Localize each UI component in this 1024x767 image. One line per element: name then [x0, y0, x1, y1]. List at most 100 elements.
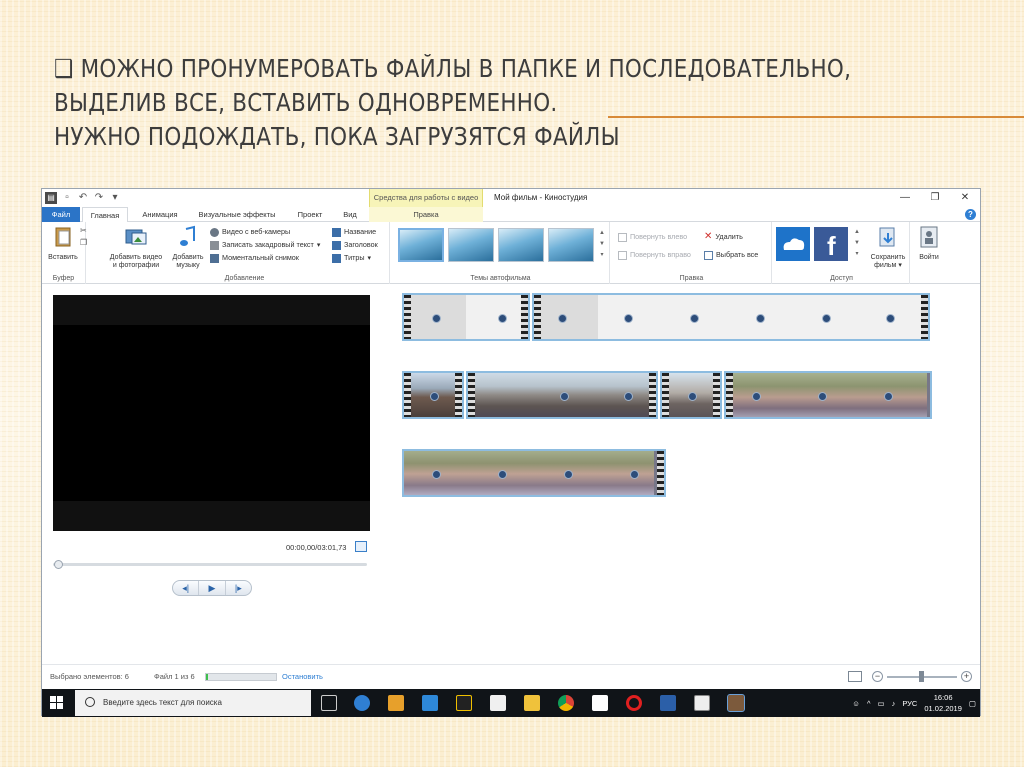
- seek-thumb[interactable]: [54, 560, 63, 569]
- record-narration-button[interactable]: Записать закадровый текст ▾: [210, 239, 320, 251]
- copy-icon[interactable]: ❐: [80, 238, 87, 247]
- facebook-icon[interactable]: f: [814, 227, 848, 261]
- paste-label: Вставить: [48, 254, 78, 261]
- import-progress-bar: [205, 673, 277, 681]
- save-icon[interactable]: ▫: [61, 192, 73, 204]
- svg-text:f: f: [827, 231, 836, 261]
- tab-project[interactable]: Проект: [286, 207, 334, 222]
- zoom-out-icon[interactable]: −: [872, 671, 883, 682]
- stop-link[interactable]: Остановить: [282, 665, 323, 689]
- zoom-slider[interactable]: [887, 670, 957, 682]
- scroll-down-icon[interactable]: ▼: [598, 239, 606, 250]
- star-app-icon[interactable]: [456, 695, 472, 711]
- volume-icon[interactable]: ♪: [892, 699, 896, 708]
- caption-label: Заголовок: [344, 240, 378, 249]
- chrome-icon[interactable]: [558, 695, 574, 711]
- taskbar-clock[interactable]: 16:06 01.02.2019: [924, 692, 962, 714]
- theme-thumbnail[interactable]: [398, 228, 444, 262]
- loading-clock-icon: [884, 392, 893, 401]
- tab-file[interactable]: Файл: [42, 207, 80, 222]
- aspect-ratio-icon[interactable]: [848, 671, 862, 682]
- task-view-icon[interactable]: [321, 695, 337, 711]
- signin-icon: [920, 226, 938, 248]
- fullscreen-icon[interactable]: [355, 541, 367, 552]
- tab-home[interactable]: Главная: [82, 207, 128, 223]
- video-preview[interactable]: [53, 295, 370, 531]
- file-explorer-icon[interactable]: [524, 695, 540, 711]
- credits-icon: [332, 253, 341, 263]
- webcam-button[interactable]: Видео с веб-камеры: [210, 226, 290, 238]
- add-music-label-1: Добавить: [172, 254, 204, 261]
- rotate-right-button[interactable]: Повернуть вправо: [618, 249, 691, 261]
- tab-view[interactable]: Вид: [334, 207, 366, 222]
- media-player-icon[interactable]: [388, 695, 404, 711]
- progress-fill: [206, 674, 209, 680]
- restore-button[interactable]: ❐: [920, 189, 950, 207]
- caption-button[interactable]: Заголовок: [332, 239, 378, 251]
- help-icon[interactable]: ?: [965, 209, 976, 220]
- mail-icon[interactable]: [592, 695, 608, 711]
- tab-edit[interactable]: Правка: [369, 207, 483, 222]
- paste-button[interactable]: Вставить: [46, 225, 80, 262]
- share-scroller[interactable]: ▲ ▼ ▾: [852, 227, 862, 261]
- delete-button[interactable]: ✕ Удалить: [704, 231, 743, 243]
- theme-thumbnail[interactable]: [448, 228, 494, 262]
- tab-animation[interactable]: Анимация: [132, 207, 188, 222]
- select-all-button[interactable]: Выбрать все: [704, 249, 758, 261]
- word-icon[interactable]: [660, 695, 676, 711]
- network-icon[interactable]: ▭: [877, 699, 884, 708]
- theme-thumbnail[interactable]: [498, 228, 544, 262]
- storyboard-clip[interactable]: [660, 371, 722, 419]
- undo-icon[interactable]: ↶: [77, 192, 89, 204]
- redo-icon[interactable]: ↷: [93, 192, 105, 204]
- store-icon[interactable]: [490, 695, 506, 711]
- windows-taskbar: Введите здесь текст для поиска ☺ ^ ▭ ♪ Р…: [42, 689, 980, 717]
- themes-scroller[interactable]: ▲ ▼ ▾: [598, 228, 606, 262]
- paste-icon: [55, 227, 71, 247]
- loading-clock-icon: [822, 314, 831, 323]
- show-hidden-icon[interactable]: ^: [867, 699, 871, 708]
- photos-app-icon[interactable]: [422, 695, 438, 711]
- zoom-in-icon[interactable]: +: [961, 671, 972, 682]
- storyboard-clip[interactable]: [466, 371, 658, 419]
- rotate-left-button[interactable]: Повернуть влево: [618, 231, 687, 243]
- minimize-button[interactable]: —: [890, 189, 920, 207]
- add-group-label: Добавление: [224, 275, 265, 282]
- signin-button[interactable]: Войти: [912, 225, 946, 262]
- notifications-icon[interactable]: ▢: [969, 699, 976, 708]
- credits-button[interactable]: Титры ▾: [332, 252, 371, 264]
- edge-browser-icon[interactable]: [354, 695, 370, 711]
- tab-visual-effects[interactable]: Визуальные эффекты: [192, 207, 282, 222]
- snapshot-button[interactable]: Моментальный снимок: [210, 252, 299, 264]
- image-viewer-icon[interactable]: [694, 695, 710, 711]
- language-indicator[interactable]: РУС: [902, 699, 917, 708]
- close-button[interactable]: ✕: [950, 189, 980, 207]
- add-music-button[interactable]: Добавить музыку: [168, 225, 208, 270]
- seek-bar[interactable]: [53, 563, 367, 566]
- storyboard-clip[interactable]: [402, 449, 666, 497]
- next-frame-icon[interactable]: |▸: [224, 581, 251, 595]
- add-video-button[interactable]: Добавить видео и фотографии: [106, 225, 166, 270]
- windows-start-icon[interactable]: [50, 696, 63, 709]
- people-icon[interactable]: ☺: [852, 699, 860, 708]
- movie-maker-taskbar-icon[interactable]: [727, 694, 745, 712]
- play-icon[interactable]: ▶: [198, 581, 224, 595]
- customize-toolbar-icon[interactable]: ▾: [109, 192, 121, 204]
- onedrive-icon[interactable]: [776, 227, 810, 261]
- storyboard-clip[interactable]: [532, 293, 930, 341]
- scroll-up-icon[interactable]: ▲: [598, 228, 606, 239]
- storyboard-clip[interactable]: [402, 293, 530, 341]
- opera-icon[interactable]: [626, 695, 642, 711]
- theme-thumbnail[interactable]: [548, 228, 594, 262]
- expand-gallery-icon[interactable]: ▾: [598, 250, 606, 261]
- loading-clock-icon: [756, 314, 765, 323]
- cut-icon[interactable]: ✂: [80, 226, 87, 235]
- storyboard-clip[interactable]: [402, 371, 464, 419]
- zoom-knob[interactable]: [918, 670, 924, 682]
- loading-clock-icon: [690, 314, 699, 323]
- previous-frame-icon[interactable]: ◂|: [173, 581, 198, 595]
- save-movie-button[interactable]: Сохранить фильм ▾: [868, 225, 908, 270]
- title-button[interactable]: Название: [332, 226, 376, 238]
- storyboard-clip[interactable]: [724, 371, 932, 419]
- taskbar-search-input[interactable]: Введите здесь текст для поиска: [75, 690, 311, 716]
